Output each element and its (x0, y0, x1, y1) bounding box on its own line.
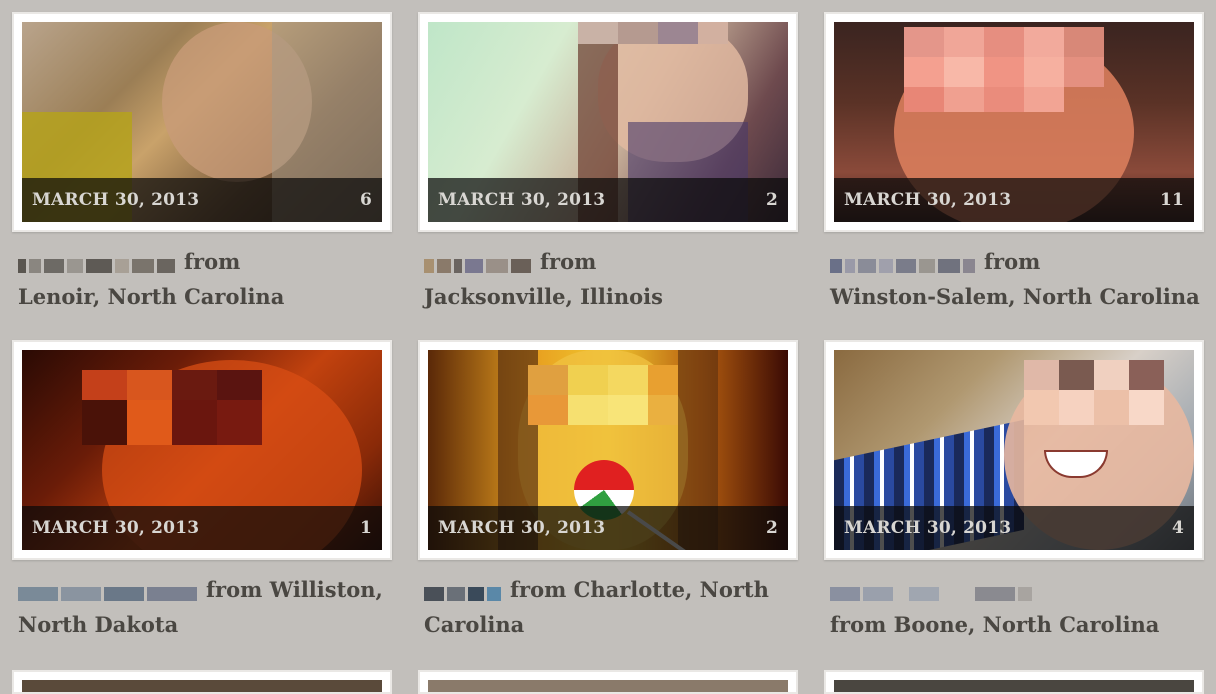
photo-caption-bar: MARCH 30, 2013 2 (428, 506, 788, 550)
photo-date: MARCH 30, 2013 (32, 190, 200, 210)
photo-card-partial[interactable] (12, 670, 392, 694)
photo-count: 1 (359, 518, 372, 538)
redacted-name (18, 574, 200, 601)
photo-frame[interactable]: MARCH 30, 2013 11 (824, 12, 1204, 232)
redacted-name (424, 574, 504, 601)
photo-frame[interactable]: MARCH 30, 2013 1 (12, 340, 392, 560)
photo-info: from Charlotte, North Carolina (418, 572, 798, 642)
photo-caption-bar: MARCH 30, 2013 1 (22, 506, 382, 550)
location-link[interactable]: from Boone, North Carolina (830, 612, 1159, 637)
from-label: from (184, 249, 241, 274)
photo-card[interactable]: MARCH 30, 2013 2 from Charlotte, North C… (418, 340, 798, 642)
photo-count: 11 (1159, 190, 1184, 210)
location-link[interactable]: Winston-Salem, North Carolina (830, 284, 1200, 309)
photo-frame[interactable]: MARCH 30, 2013 4 (824, 340, 1204, 560)
photo-count: 6 (359, 190, 372, 210)
photo-info: from Williston, North Dakota (12, 572, 392, 642)
redacted-name (18, 246, 178, 273)
photo-date: MARCH 30, 2013 (438, 518, 606, 538)
photo-frame[interactable]: MARCH 30, 2013 6 (12, 12, 392, 232)
photo-count: 2 (765, 190, 778, 210)
location-link[interactable]: Lenoir, North Carolina (18, 284, 284, 309)
photo-card[interactable]: MARCH 30, 2013 11 from Winston-Salem, No… (824, 12, 1204, 314)
location-link[interactable]: Carolina (424, 612, 524, 637)
photo-date: MARCH 30, 2013 (844, 518, 1012, 538)
photo-image[interactable] (428, 680, 788, 692)
photo-date: MARCH 30, 2013 (844, 190, 1012, 210)
photo-date: MARCH 30, 2013 (438, 190, 606, 210)
photo-card[interactable]: MARCH 30, 2013 1 from Williston, North D… (12, 340, 392, 642)
photo-caption-bar: MARCH 30, 2013 11 (834, 178, 1194, 222)
photo-grid: MARCH 30, 2013 6 from Lenoir, North Caro… (0, 0, 1216, 694)
location-link[interactable]: North Dakota (18, 612, 178, 637)
photo-count: 2 (765, 518, 778, 538)
photo-info: from Lenoir, North Carolina (12, 244, 392, 314)
photo-frame[interactable]: MARCH 30, 2013 2 (418, 12, 798, 232)
photo-caption-bar: MARCH 30, 2013 2 (428, 178, 788, 222)
photo-card[interactable]: MARCH 30, 2013 6 from Lenoir, North Caro… (12, 12, 392, 314)
photo-image[interactable] (22, 680, 382, 692)
photo-info: from Winston-Salem, North Carolina (824, 244, 1204, 314)
photo-card[interactable]: MARCH 30, 2013 2 from Jacksonville, Illi… (418, 12, 798, 314)
from-label: from Williston, (206, 577, 383, 602)
photo-caption-bar: MARCH 30, 2013 4 (834, 506, 1194, 550)
location-link[interactable]: Jacksonville, Illinois (424, 284, 663, 309)
photo-date: MARCH 30, 2013 (32, 518, 200, 538)
photo-info: from Jacksonville, Illinois (418, 244, 798, 314)
from-label: from (984, 249, 1041, 274)
photo-caption-bar: MARCH 30, 2013 6 (22, 178, 382, 222)
from-label: from (540, 249, 597, 274)
photo-info: from Boone, North Carolina (824, 572, 1204, 642)
redacted-name (830, 574, 1035, 601)
photo-card[interactable]: MARCH 30, 2013 4 from Boone, North Carol… (824, 340, 1204, 642)
photo-frame[interactable]: MARCH 30, 2013 2 (418, 340, 798, 560)
photo-card-partial[interactable] (418, 670, 798, 694)
from-label: from Charlotte, North (510, 577, 769, 602)
photo-card-partial[interactable] (824, 670, 1204, 694)
photo-count: 4 (1171, 518, 1184, 538)
redacted-name (424, 246, 534, 273)
redacted-name (830, 246, 978, 273)
photo-image[interactable] (834, 680, 1194, 692)
